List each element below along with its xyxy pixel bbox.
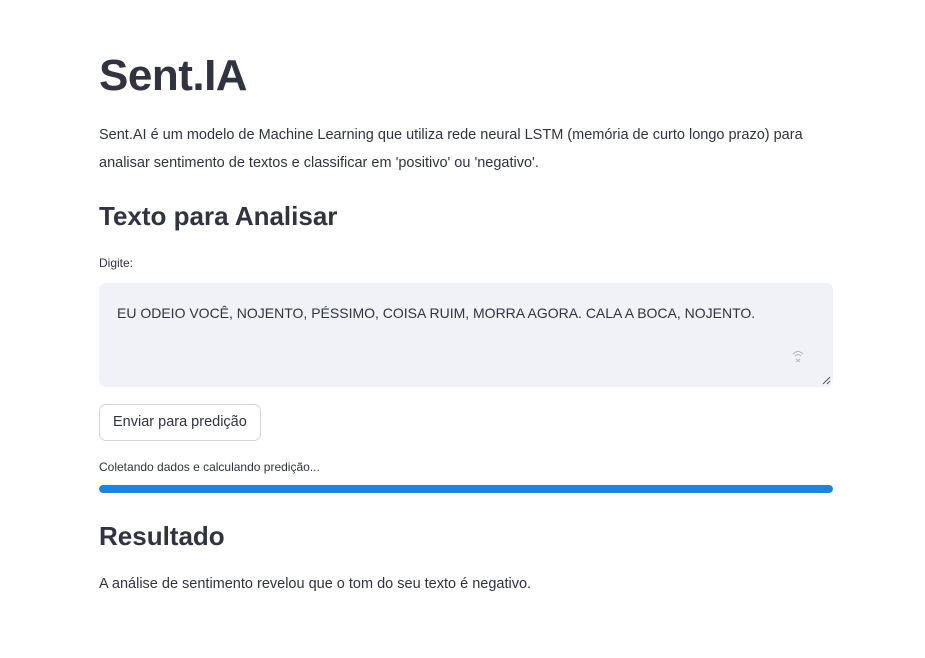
progress-bar (99, 485, 833, 493)
submit-prediction-button[interactable]: Enviar para predição (99, 404, 261, 441)
input-section-heading: Texto para Analisar (99, 201, 338, 231)
grammar-extension-icon[interactable] (791, 349, 805, 363)
text-input-value[interactable]: EU ODEIO VOCÊ, NOJENTO, PÉSSIMO, COISA R… (117, 303, 793, 323)
progress-label: Coletando dados e calculando predição... (99, 460, 320, 474)
resize-handle-icon[interactable] (821, 375, 831, 385)
result-text: A análise de sentimento revelou que o to… (99, 576, 532, 592)
text-field-label: Digite: (99, 256, 134, 270)
app-page: Sent.IA Sent.AI é um modelo de Machine L… (0, 0, 925, 658)
text-input-area[interactable]: EU ODEIO VOCÊ, NOJENTO, PÉSSIMO, COISA R… (99, 283, 833, 387)
result-section-heading: Resultado (99, 521, 225, 551)
progress-bar-fill (99, 485, 833, 493)
app-description: Sent.AI é um modelo de Machine Learning … (99, 127, 803, 171)
page-title: Sent.IA (99, 51, 248, 100)
